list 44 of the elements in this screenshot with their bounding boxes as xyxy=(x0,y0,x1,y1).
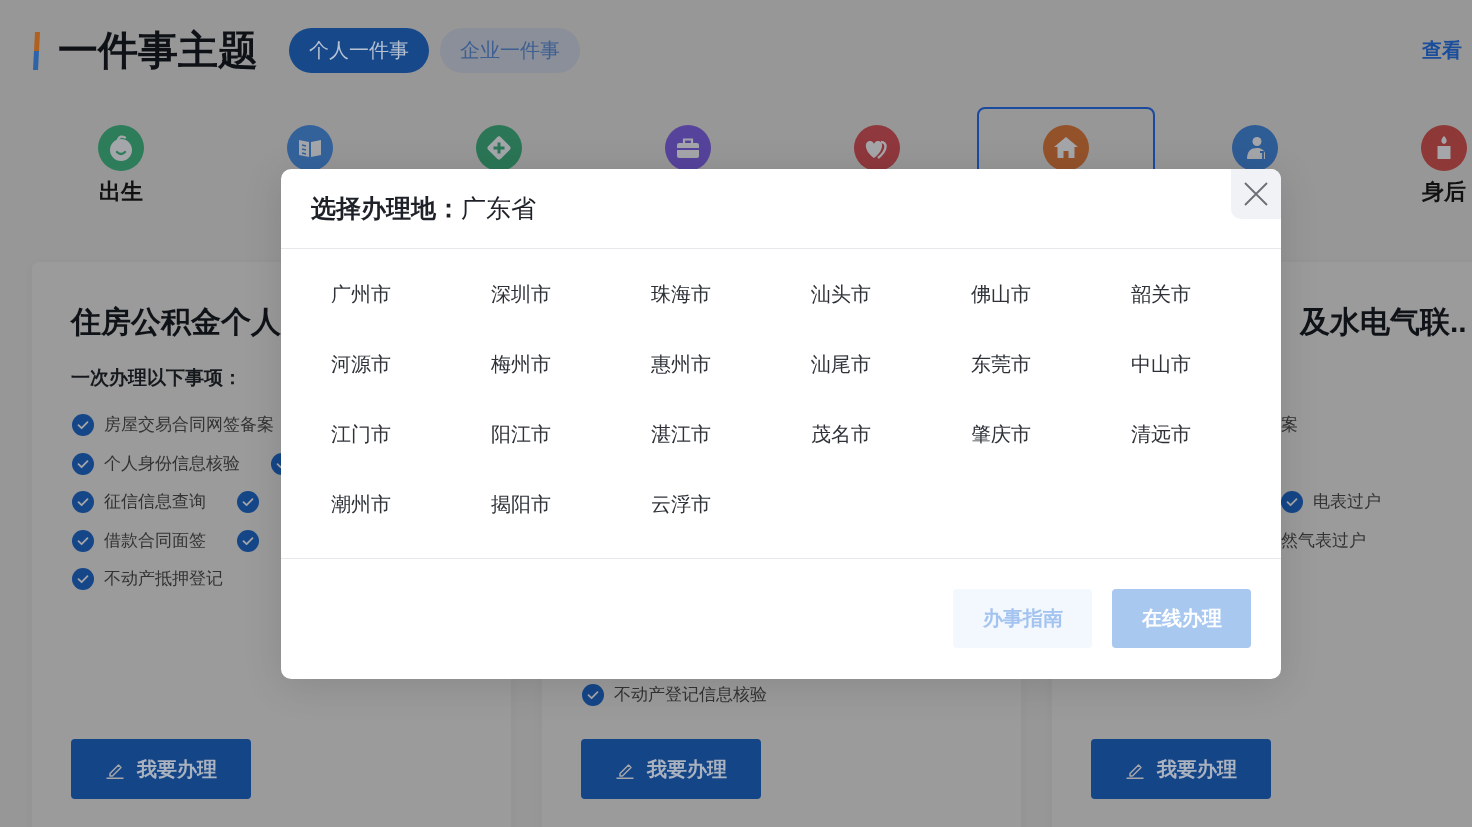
city-option[interactable]: 深圳市 xyxy=(491,281,551,307)
city-option[interactable]: 潮州市 xyxy=(331,491,391,517)
task-label: 案 xyxy=(1281,414,1298,436)
task-label: 然气表过户 xyxy=(1281,529,1366,552)
city-option[interactable]: 汕头市 xyxy=(811,281,871,307)
city-option[interactable]: 珠海市 xyxy=(651,281,711,307)
page-title: 一件事主题 xyxy=(58,28,258,73)
apply-button[interactable]: 我要办理 xyxy=(1091,739,1271,799)
city-option[interactable]: 汕尾市 xyxy=(811,351,871,377)
card-title: 及水电气联.. xyxy=(1300,304,1468,340)
city-option[interactable]: 云浮市 xyxy=(651,491,711,517)
city-option[interactable]: 茂名市 xyxy=(811,421,871,447)
close-button[interactable] xyxy=(1231,169,1281,219)
city-option[interactable]: 阳江市 xyxy=(491,421,551,447)
city-option[interactable]: 江门市 xyxy=(331,421,391,447)
apply-button[interactable]: 我要办理 xyxy=(581,739,761,799)
city-option[interactable]: 佛山市 xyxy=(971,281,1031,307)
city-option[interactable]: 清远市 xyxy=(1131,421,1191,447)
city-option[interactable]: 广州市 xyxy=(331,281,391,307)
city-option[interactable]: 韶关市 xyxy=(1131,281,1191,307)
city-option[interactable]: 惠州市 xyxy=(651,351,711,377)
city-option[interactable]: 揭阳市 xyxy=(491,491,551,517)
category-tab[interactable]: 身后 xyxy=(1355,107,1472,223)
card-title: 住房公积金个人 xyxy=(71,304,282,340)
city-option[interactable]: 东莞市 xyxy=(971,351,1031,377)
task-label: 个人身份信息核验 xyxy=(104,452,240,475)
task-label: 房屋交易合同网签备案 xyxy=(104,414,274,436)
task-label: 电表过户 xyxy=(1313,491,1381,513)
city-option[interactable]: 梅州市 xyxy=(491,351,551,377)
task-label: 不动产抵押登记 xyxy=(104,568,223,590)
dialog-title: 选择办理地：广东省 xyxy=(311,193,536,224)
task-label: 不动产登记信息核验 xyxy=(614,684,767,706)
city-option[interactable]: 肇庆市 xyxy=(971,421,1031,447)
topic-tab[interactable]: 个人一件事 xyxy=(289,28,429,73)
task-label: 借款合同面签 xyxy=(104,529,206,552)
task-label: 征信信息查询 xyxy=(104,491,206,513)
category-tab[interactable]: 出生 xyxy=(32,107,210,223)
card-subtitle: 一次办理以下事项： xyxy=(71,366,243,390)
city-option[interactable]: 中山市 xyxy=(1131,351,1191,377)
city-option[interactable]: 湛江市 xyxy=(651,421,711,447)
close-icon xyxy=(1244,182,1268,206)
apply-button[interactable]: 我要办理 xyxy=(71,739,251,799)
logo-icon xyxy=(32,31,40,70)
city-option[interactable]: 河源市 xyxy=(331,351,391,377)
